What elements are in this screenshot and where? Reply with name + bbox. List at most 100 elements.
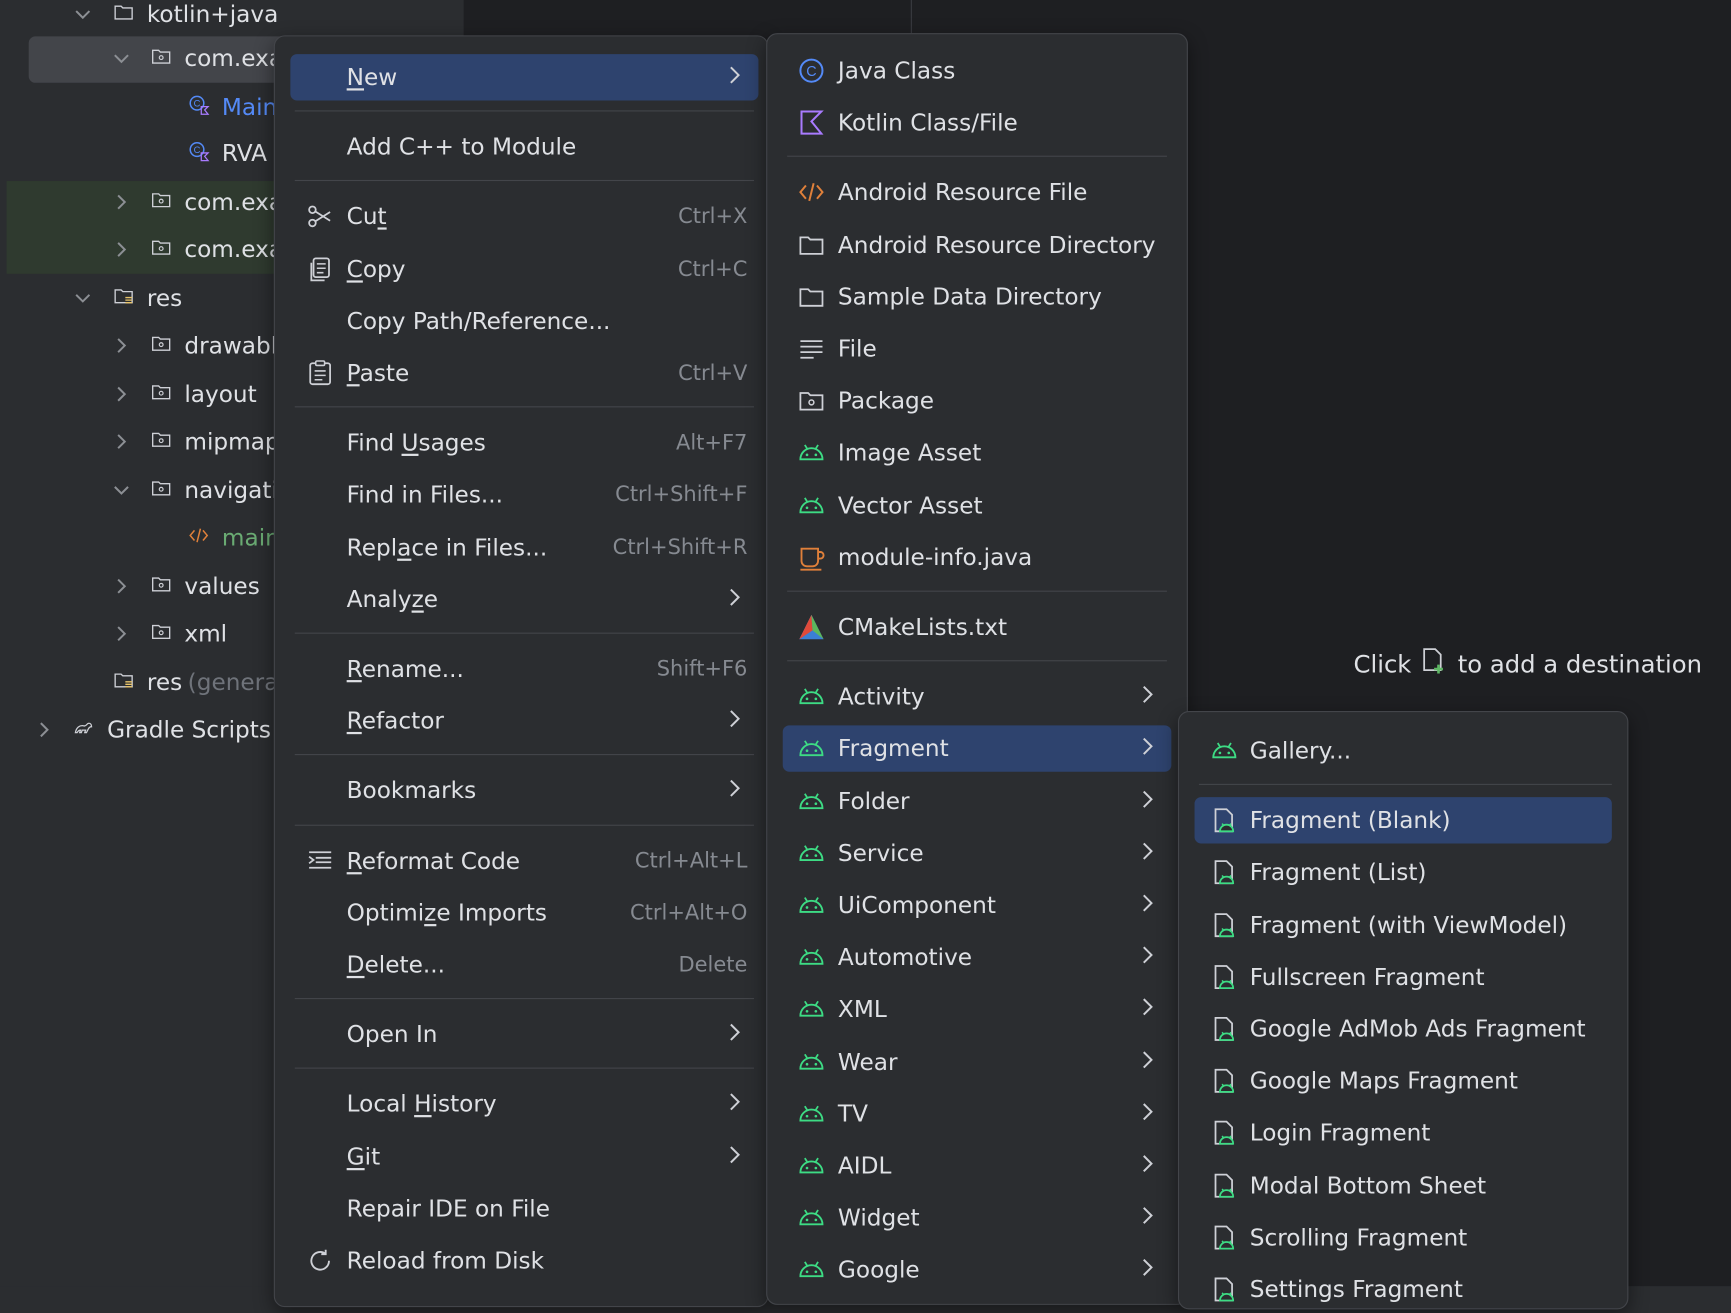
chevron-down-icon[interactable] [73,4,93,24]
menu-item-label: Scrolling Fragment [1249,1224,1468,1251]
menu-item-fullscreen-fragment[interactable]: Fullscreen Fragment [1195,954,1612,1000]
menu-item-activity[interactable]: Activity [783,674,1172,720]
menu-item-label: CMakeLists.txt [837,613,1008,641]
chevron-right-icon [1140,1257,1155,1283]
add-destination-hint: Click to add a destination [1354,647,1702,682]
menu-item-vector-asset[interactable]: Vector Asset [783,482,1172,528]
menu-item-fragment[interactable]: Fragment [782,725,1172,773]
menu-item-settings-fragment[interactable]: Settings Fragment [1195,1266,1612,1312]
menu-item-cmakelists-txt[interactable]: CMakeLists.txt [783,604,1172,650]
menu-item-cut[interactable]: Cut Ctrl+X [290,194,758,240]
chevron-right-icon[interactable] [112,432,132,452]
chevron-down-icon[interactable] [112,49,132,69]
menu-item-shortcut: Delete [678,952,748,978]
menu-item-sample-data-directory[interactable]: Sample Data Directory [783,274,1172,320]
package-icon [148,381,174,403]
menu-item-shortcut: Ctrl+C [677,256,748,282]
chevron-right-icon[interactable] [34,720,54,740]
menu-item-google[interactable]: Google [783,1247,1172,1293]
menu-item-rename[interactable]: Rename... Shift+F6 [290,646,758,692]
menu-item-fragment-blank[interactable]: Fragment (Blank) [1194,797,1612,844]
android-file-icon [1210,858,1239,887]
menu-item-label: TV [837,1100,868,1127]
menu-item-scrolling-fragment[interactable]: Scrolling Fragment [1195,1214,1612,1260]
menu-item-widget[interactable]: Widget [783,1195,1172,1241]
menu-item-new[interactable]: New [290,54,759,101]
chevron-down-icon[interactable] [112,480,132,500]
menu-item-bookmarks[interactable]: Bookmarks [290,768,758,814]
add-destination-icon[interactable] [1422,647,1446,682]
menu-item-label: Automotive [837,944,973,971]
chevron-right-icon [1140,1100,1155,1126]
menu-item-xml[interactable]: XML [783,986,1172,1032]
menu-item-folder[interactable]: Folder [783,778,1172,824]
menu-item-label: Replace in Files... [346,533,548,561]
menu-item-label: Kotlin Class/File [837,109,1018,136]
menu-item-fragment-list[interactable]: Fragment (List) [1195,849,1612,895]
android-icon [797,839,826,868]
menu-item-automotive[interactable]: Automotive [783,934,1172,980]
menu-item-repair-ide-on-file[interactable]: Repair IDE on File [290,1185,758,1231]
menu-item-google-maps-fragment[interactable]: Google Maps Fragment [1195,1058,1612,1104]
menu-item-local-history[interactable]: Local History [290,1081,758,1127]
menu-item-login-fragment[interactable]: Login Fragment [1195,1110,1612,1156]
menu-item-uicomponent[interactable]: UiComponent [783,882,1172,928]
menu-item-google-admob-ads-fragment[interactable]: Google AdMob Ads Fragment [1195,1006,1612,1052]
menu-item-copy[interactable]: Copy Ctrl+C [290,246,758,292]
menu-item-gallery[interactable]: Gallery... [1195,728,1612,774]
menu-item-open-in[interactable]: Open In [290,1011,758,1057]
menu-item-package[interactable]: Package [783,378,1172,424]
chevron-right-icon[interactable] [112,336,132,356]
menu-item-find-usages[interactable]: Find Usages Alt+F7 [290,420,758,466]
menu-separator [787,590,1167,592]
menu-item-label: Reload from Disk [346,1247,545,1275]
menu-item-refactor[interactable]: Refactor [290,698,758,744]
chevron-right-icon[interactable] [112,384,132,404]
menu-item-reformat-code[interactable]: Reformat Code Ctrl+Alt+L [290,837,758,883]
menu-item-add-c-to-module[interactable]: Add C++ to Module [290,124,758,170]
menu-item-optimize-imports[interactable]: Optimize Imports Ctrl+Alt+O [290,890,758,936]
menu-separator [294,824,755,826]
chevron-right-icon[interactable] [112,192,132,212]
menu-item-label: File [837,335,877,363]
kotlin-icon [797,108,826,137]
menu-item-android-resource-directory[interactable]: Android Resource Directory [783,221,1172,267]
menu-item-label: Android Resource Directory [837,231,1156,258]
menu-item-paste[interactable]: Paste Ctrl+V [290,350,758,396]
menu-separator [294,632,755,634]
menu-item-fragment-with-viewmodel[interactable]: Fragment (with ViewModel) [1195,902,1612,948]
menu-item-android-resource-file[interactable]: Android Resource File [783,169,1172,215]
menu-item-analyze[interactable]: Analyze [290,576,758,622]
menu-item-find-in-files[interactable]: Find in Files... Ctrl+Shift+F [290,472,758,518]
chevron-down-icon[interactable] [73,288,93,308]
menu-item-label: XML [837,996,887,1023]
menu-item-kotlin-class-file[interactable]: Kotlin Class/File [783,100,1172,146]
chevron-right-icon[interactable] [112,240,132,260]
menu-item-service[interactable]: Service [783,830,1172,876]
menu-item-git[interactable]: Git [290,1133,758,1179]
menu-item-reload-from-disk[interactable]: Reload from Disk [290,1238,758,1284]
menu-item-label: Widget [837,1204,920,1232]
menu-item-label: Sample Data Directory [837,283,1102,310]
menu-item-label: Fragment (Blank) [1249,807,1451,834]
menu-item-label: Fragment (with ViewModel) [1249,911,1568,938]
menu-item-modal-bottom-sheet[interactable]: Modal Bottom Sheet [1195,1162,1612,1208]
menu-item-module-info-java[interactable]: module-info.java [783,534,1172,580]
package-icon [148,236,174,258]
menu-item-copy-path-reference[interactable]: Copy Path/Reference... [290,298,758,344]
chevron-right-icon[interactable] [112,624,132,644]
menu-item-aidl[interactable]: AIDL [783,1143,1172,1189]
menu-item-file[interactable]: File [783,326,1172,372]
android-icon [797,1151,826,1180]
menu-item-tv[interactable]: TV [783,1091,1172,1137]
menu-item-wear[interactable]: Wear [783,1038,1172,1084]
svg-text:C: C [194,99,201,109]
menu-item-replace-in-files[interactable]: Replace in Files... Ctrl+Shift+R [290,524,758,570]
tree-item-kotlin-java[interactable]: kotlin+java [0,0,464,36]
chevron-right-icon[interactable] [112,576,132,596]
menu-item-image-asset[interactable]: Image Asset [783,430,1172,476]
android-icon [797,682,826,711]
android-icon [797,995,826,1024]
menu-item-java-class[interactable]: C Java Class [783,47,1172,93]
menu-item-delete[interactable]: Delete... Delete [290,942,758,988]
